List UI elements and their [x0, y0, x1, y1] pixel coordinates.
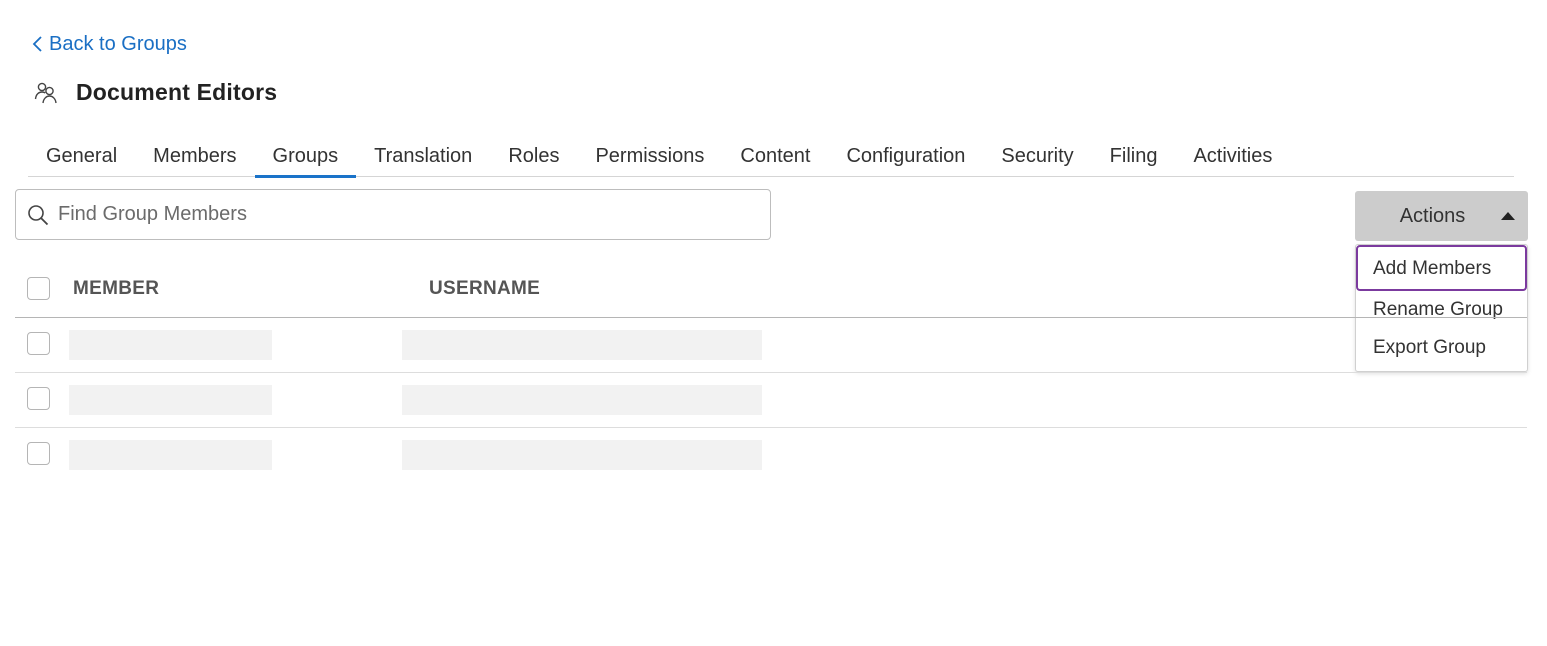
select-all-checkbox[interactable]	[27, 277, 50, 300]
tab-members[interactable]: Members	[135, 136, 254, 177]
table-header: MEMBER USERNAME	[15, 262, 1527, 318]
tab-translation[interactable]: Translation	[356, 136, 490, 177]
actions-button[interactable]: Actions	[1355, 191, 1528, 241]
tab-configuration[interactable]: Configuration	[828, 136, 983, 177]
tab-security[interactable]: Security	[983, 136, 1091, 177]
column-header-username[interactable]: USERNAME	[429, 278, 540, 300]
tab-content[interactable]: Content	[722, 136, 828, 177]
members-table: MEMBER USERNAME	[15, 262, 1527, 483]
tab-groups[interactable]: Groups	[254, 136, 357, 178]
tab-permissions[interactable]: Permissions	[577, 136, 722, 177]
table-row	[15, 373, 1527, 428]
loading-placeholder-member	[69, 440, 272, 470]
row-checkbox[interactable]	[27, 442, 50, 465]
table-row	[15, 318, 1527, 373]
tab-general[interactable]: General	[28, 136, 135, 177]
loading-placeholder-member	[69, 385, 272, 415]
actions-button-label: Actions	[1399, 204, 1466, 227]
loading-placeholder-username	[402, 440, 762, 470]
loading-placeholder-username	[402, 385, 762, 415]
row-checkbox[interactable]	[27, 387, 50, 410]
tab-filing[interactable]: Filing	[1092, 136, 1176, 177]
back-link-label: Back to Groups	[49, 32, 187, 55]
tab-activities[interactable]: Activities	[1175, 136, 1290, 177]
table-row	[15, 428, 1527, 483]
page-title: Document Editors	[76, 78, 278, 105]
search-icon	[28, 204, 49, 225]
loading-placeholder-member	[69, 330, 272, 360]
search-input[interactable]	[58, 203, 748, 226]
row-checkbox[interactable]	[27, 332, 50, 355]
column-header-member[interactable]: MEMBER	[73, 278, 159, 300]
search-box	[15, 189, 771, 240]
group-icon	[34, 82, 57, 104]
chevron-left-icon	[32, 36, 42, 52]
loading-placeholder-username	[402, 330, 762, 360]
tab-bar: General Members Groups Translation Roles…	[28, 136, 1514, 178]
tab-roles[interactable]: Roles	[490, 136, 577, 177]
back-to-groups-link[interactable]: Back to Groups	[30, 30, 187, 58]
caret-up-icon	[1501, 212, 1515, 220]
page-header: Document Editors	[34, 76, 277, 108]
